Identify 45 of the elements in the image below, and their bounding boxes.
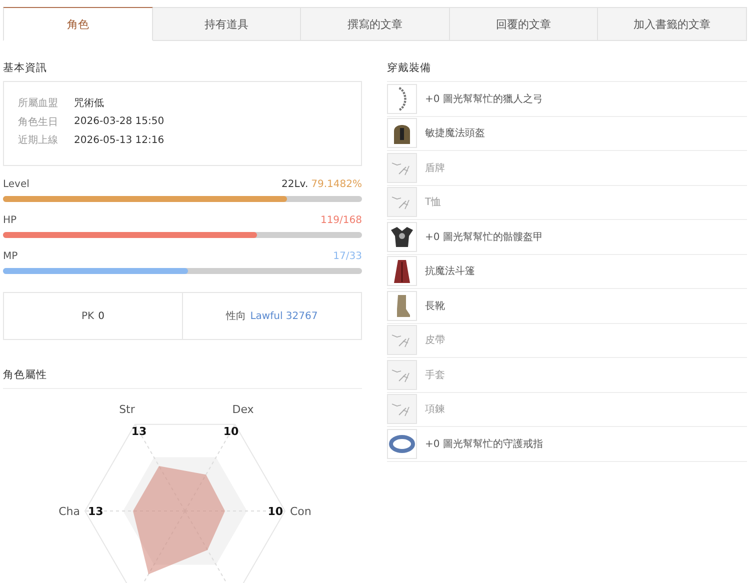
alignment-label: 性向 — [226, 310, 246, 323]
bar-reading: 119/168 — [320, 215, 362, 226]
stat-value: 10 — [268, 505, 283, 518]
bar-label: HP — [3, 215, 17, 228]
equipment-name: +0 圖光幫幫忙的獵人之弓 — [425, 92, 543, 106]
field-label: 所屬血盟 — [18, 96, 58, 110]
equipment-name: +0 圖光幫幫忙的守護戒指 — [425, 438, 543, 451]
tab[interactable]: 回覆的文章 — [450, 7, 598, 41]
equipment-name: 盾牌 — [425, 162, 445, 175]
field-value: 咒術低 — [74, 97, 104, 110]
stat-name: Cha — [58, 505, 80, 518]
tab[interactable]: 加入書籤的文章 — [598, 7, 747, 41]
field-label: 角色生日 — [18, 116, 58, 129]
tab[interactable]: 撰寫的文章 — [301, 7, 450, 41]
stat-value: 10 — [223, 425, 239, 438]
pk-label: PK — [82, 310, 94, 322]
field-value: 2026-03-28 15:50 — [74, 116, 164, 128]
tab[interactable]: 持有道具 — [152, 7, 302, 41]
equipment-name: 項鍊 — [425, 403, 445, 416]
equipment-name: +0 圖光幫幫忙的骷髏盔甲 — [425, 230, 543, 244]
level-number: 22Lv. — [282, 179, 308, 190]
alignment-value: Lawful 32767 — [250, 310, 318, 322]
field-value: 2026-05-13 12:16 — [74, 134, 164, 146]
equipment-name: 敏捷魔法頭盔 — [425, 126, 485, 140]
tab[interactable]: 角色 — [3, 7, 153, 41]
section-title: 角色屬性 — [3, 368, 362, 389]
equipment-name: 手套 — [425, 368, 445, 382]
section-title: 穿戴裝備 — [387, 61, 747, 82]
bow-icon — [397, 86, 407, 111]
stat-name: Str — [119, 403, 135, 416]
equipment-name: 長靴 — [425, 300, 445, 313]
stat-value: 13 — [131, 425, 147, 438]
stat-name: Dex — [232, 403, 254, 416]
bar-label: MP — [3, 251, 18, 264]
field-label: 近期上線 — [18, 134, 58, 148]
equipment-name: 皮帶 — [425, 334, 445, 348]
bar-reading: 79.1482% — [311, 179, 362, 190]
stat-value: 13 — [88, 505, 104, 518]
pk-value: 0 — [98, 310, 104, 322]
stat-name: Con — [290, 505, 312, 518]
section-title: 基本資訊 — [3, 61, 48, 75]
bar-reading: 17/33 — [333, 251, 362, 262]
bar-label: Level — [3, 179, 30, 192]
equipment-name: 抗魔法斗篷 — [425, 264, 475, 278]
equipment-name: T恤 — [425, 196, 442, 210]
